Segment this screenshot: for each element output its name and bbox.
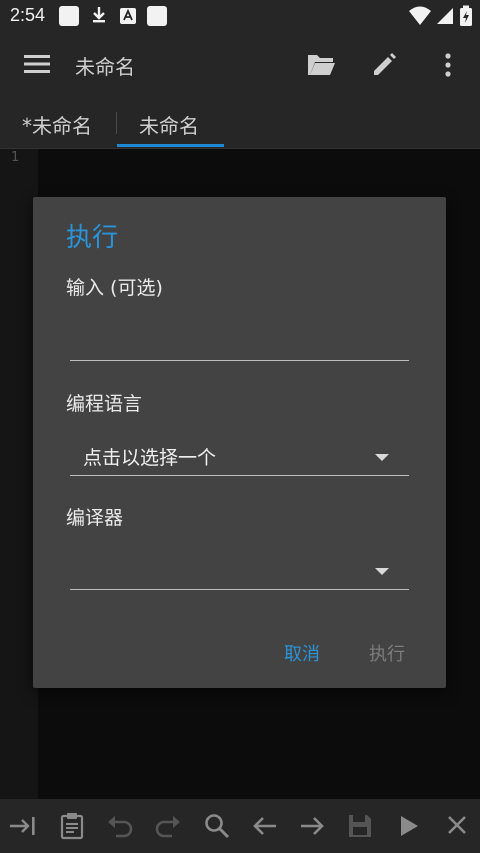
- close-icon[interactable]: [445, 812, 469, 840]
- search-icon[interactable]: [203, 812, 231, 840]
- compiler-underline: [70, 589, 409, 590]
- battery-charging-icon: [460, 5, 472, 26]
- input-field[interactable]: [70, 315, 409, 359]
- undo-icon[interactable]: [106, 812, 134, 840]
- more-vert-icon[interactable]: [444, 52, 452, 78]
- status-time: 2:54: [10, 5, 46, 25]
- tab-divider: [116, 112, 117, 134]
- tab-bar: *未命名 未命名: [0, 98, 480, 149]
- language-label: 编程语言: [66, 393, 143, 415]
- language-select[interactable]: 点击以选择一个: [70, 433, 409, 475]
- menu-icon[interactable]: [24, 53, 50, 75]
- app-bar: 未命名: [0, 32, 480, 98]
- play-icon[interactable]: [397, 812, 421, 840]
- language-select-value: 点击以选择一个: [83, 447, 217, 469]
- redo-icon[interactable]: [154, 812, 182, 840]
- pencil-icon[interactable]: [371, 52, 397, 78]
- arrow-right-icon[interactable]: [298, 812, 326, 840]
- notification-square-icon: [147, 6, 167, 26]
- folder-open-icon[interactable]: [306, 52, 336, 78]
- tab-active-indicator: [117, 144, 224, 147]
- dropdown-arrow-icon: [375, 454, 389, 461]
- clipboard-icon[interactable]: [60, 812, 84, 840]
- notification-square-icon: [59, 6, 79, 26]
- bottom-toolbar: [0, 799, 480, 853]
- app-title: 未命名: [75, 55, 135, 79]
- tab-indent-icon[interactable]: [8, 812, 38, 840]
- input-label: 输入 (可选): [66, 277, 163, 299]
- download-icon: [93, 7, 105, 23]
- translate-icon: [120, 8, 136, 24]
- compiler-select[interactable]: [70, 547, 409, 589]
- dropdown-arrow-icon: [375, 568, 389, 575]
- run-button[interactable]: 执行: [369, 640, 405, 666]
- tab-unsaved-file[interactable]: *未命名: [22, 110, 92, 139]
- arrow-left-icon[interactable]: [251, 812, 279, 840]
- cancel-button[interactable]: 取消: [284, 640, 320, 666]
- run-dialog: 执行 输入 (可选) 编程语言 点击以选择一个 编译器 取消 执行: [33, 197, 446, 688]
- input-underline: [70, 360, 409, 361]
- signal-icon: [437, 8, 453, 24]
- status-bar: 2:54: [0, 0, 480, 32]
- compiler-label: 编译器: [66, 507, 124, 529]
- dialog-title: 执行: [66, 223, 119, 253]
- wifi-icon: [409, 6, 431, 25]
- save-icon[interactable]: [347, 812, 373, 840]
- language-underline: [70, 475, 409, 476]
- tab-active-file[interactable]: 未命名: [139, 110, 199, 139]
